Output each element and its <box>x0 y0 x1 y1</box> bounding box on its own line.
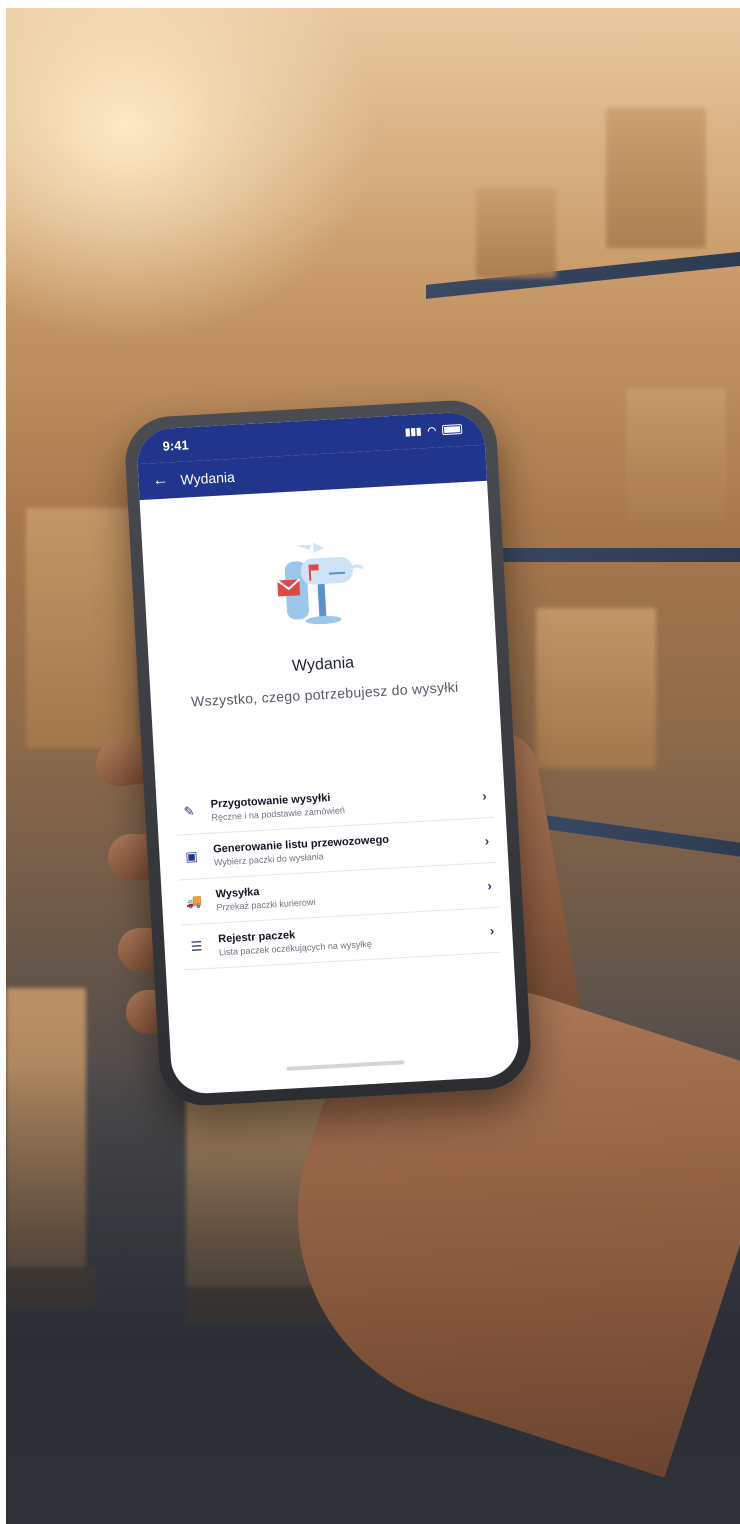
document-icon: ▣ <box>184 848 199 865</box>
home-indicator[interactable] <box>286 1060 405 1071</box>
pen-icon: ✎ <box>183 803 195 820</box>
status-time: 9:41 <box>162 436 190 454</box>
menu-list: ✎ Przygotowanie wysyłki Ręczne i na pods… <box>156 772 514 971</box>
chevron-right-icon: › <box>489 922 495 938</box>
cardboard-box <box>26 508 136 748</box>
app-bar-title: Wydania <box>180 468 236 488</box>
battery-icon <box>441 424 463 436</box>
menu-item-text: Wysyłka Przekaż paczki kurierowi <box>207 873 488 913</box>
truck-icon: 🚚 <box>185 893 203 910</box>
wifi-icon: ◠ <box>427 424 437 437</box>
menu-item-text: Generowanie listu przewozowego Wybierz p… <box>205 828 486 868</box>
cardboard-box <box>606 108 706 248</box>
cardboard-box <box>536 608 656 768</box>
chevron-right-icon: › <box>484 832 490 848</box>
menu-item-text: Rejestr paczek Lista paczek oczekujących… <box>210 918 491 958</box>
shelf-beam <box>476 548 740 562</box>
hero-title: Wydania <box>291 654 355 675</box>
shelf-beam <box>526 812 740 858</box>
chevron-right-icon: › <box>486 877 493 893</box>
mailbox-illustration <box>276 542 364 625</box>
phone-screen: 9:41 ▮▮▮ ◠ ← Wydania Wydania Wszystko, c… <box>135 410 521 1096</box>
hero-subtitle: Wszystko, czego potrzebujesz do wysyłki <box>190 678 459 710</box>
status-icons: ▮▮▮ ◠ <box>405 424 463 438</box>
chevron-right-icon: › <box>481 787 488 803</box>
list-icon: ☰ <box>190 938 203 954</box>
phone: 9:41 ▮▮▮ ◠ ← Wydania Wydania Wszystko, c… <box>123 398 533 1108</box>
signal-icon: ▮▮▮ <box>404 425 422 438</box>
menu-item-text: Przygotowanie wysyłki Ręczne i na podsta… <box>202 783 483 823</box>
hero-section: Wydania Wszystko, czego potrzebujesz do … <box>140 481 499 712</box>
cardboard-box <box>476 188 556 278</box>
shelf-beam <box>426 251 740 299</box>
back-arrow-icon[interactable]: ← <box>152 471 169 489</box>
cardboard-box <box>626 388 726 528</box>
